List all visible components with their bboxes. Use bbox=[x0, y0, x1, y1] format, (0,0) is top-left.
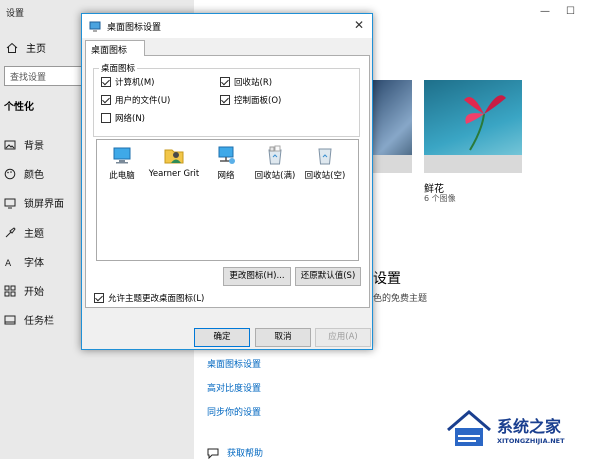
nav-taskbar-label: 任务栏 bbox=[24, 316, 54, 327]
nav-start-label: 开始 bbox=[24, 287, 44, 298]
palette-icon bbox=[4, 168, 16, 179]
house-logo-icon bbox=[447, 409, 491, 446]
nav-background-label: 背景 bbox=[24, 141, 44, 152]
recycle-bin-full-icon bbox=[268, 145, 282, 165]
checkbox-recycle-bin[interactable]: 回收站(R) bbox=[220, 76, 272, 88]
dialog-title: 桌面图标设置 bbox=[107, 22, 162, 33]
checkbox-computer[interactable]: 计算机(M) bbox=[101, 76, 154, 88]
watermark-name: 系统之家 bbox=[497, 416, 562, 436]
group-label: 桌面图标 bbox=[99, 62, 138, 74]
user-folder-icon bbox=[164, 149, 184, 164]
nav-colors-label: 颜色 bbox=[24, 170, 44, 181]
change-icon-button[interactable]: 更改图标(H)... bbox=[223, 267, 291, 286]
taskbar-icon bbox=[4, 315, 16, 324]
icon-label: 回收站(空) bbox=[304, 171, 346, 181]
icon-label: 回收站(满) bbox=[254, 171, 296, 181]
watermark-text: 系统之家 XITONGZHIJIA.NET bbox=[497, 413, 565, 445]
icon-list[interactable]: 此电脑 Yearner Grit 网络 回收站(满) 回收站(空) bbox=[96, 139, 359, 261]
nav-start[interactable]: 开始 bbox=[4, 283, 44, 298]
checkbox-label: 回收站(R) bbox=[234, 78, 273, 88]
checkbox-control-panel[interactable]: 控制面板(O) bbox=[220, 94, 281, 106]
nav-home[interactable]: 主页 bbox=[6, 40, 46, 55]
nav-lockscreen-label: 锁屏界面 bbox=[24, 199, 64, 210]
section-heading: 设置 bbox=[373, 271, 401, 287]
minimize-icon[interactable]: — bbox=[540, 6, 550, 17]
checkbox-label: 用户的文件(U) bbox=[115, 96, 171, 106]
watermark: 系统之家 XITONGZHIJIA.NET bbox=[446, 398, 600, 459]
checkbox-label: 计算机(M) bbox=[115, 78, 155, 88]
link-sync-settings[interactable]: 同步你的设置 bbox=[207, 405, 261, 418]
help-icon bbox=[207, 448, 219, 459]
checkbox-box[interactable] bbox=[101, 77, 111, 87]
checkbox-box[interactable] bbox=[220, 95, 230, 105]
nav-fonts-label: 字体 bbox=[24, 258, 44, 269]
start-icon bbox=[4, 285, 16, 296]
checkbox-box[interactable] bbox=[220, 77, 230, 87]
recycle-bin-empty-icon bbox=[318, 148, 332, 165]
theme-strip-flowers bbox=[424, 155, 522, 173]
nav-colors[interactable]: 颜色 bbox=[4, 166, 44, 181]
checkbox-allow-themes[interactable]: 允许主题更改桌面图标(L) bbox=[94, 292, 204, 304]
list-item[interactable]: 此电脑 bbox=[97, 144, 147, 181]
link-high-contrast[interactable]: 高对比度设置 bbox=[207, 381, 261, 394]
checkbox-label: 允许主题更改桌面图标(L) bbox=[108, 294, 205, 304]
close-icon[interactable]: ✕ bbox=[354, 18, 364, 32]
list-item[interactable]: 回收站(空) bbox=[297, 144, 353, 181]
monitor-icon bbox=[4, 198, 16, 208]
nav-themes[interactable]: 主题 bbox=[4, 225, 44, 240]
this-pc-icon bbox=[113, 147, 131, 164]
brush-icon bbox=[5, 226, 16, 237]
checkbox-label: 控制面板(O) bbox=[234, 96, 282, 106]
icon-label: 此电脑 bbox=[109, 171, 135, 181]
nav-home-label: 主页 bbox=[26, 44, 46, 55]
network-icon bbox=[218, 146, 235, 164]
desktop-settings-icon bbox=[89, 21, 101, 32]
icon-label: 网络 bbox=[217, 171, 235, 181]
nav-taskbar[interactable]: 任务栏 bbox=[4, 312, 54, 327]
cancel-button[interactable]: 取消 bbox=[255, 328, 311, 347]
checkbox-box[interactable] bbox=[101, 113, 111, 123]
nav-themes-label: 主题 bbox=[24, 229, 44, 240]
nav-fonts[interactable]: A 字体 bbox=[4, 254, 44, 269]
help-link-label: 获取帮助 bbox=[227, 449, 264, 459]
home-icon bbox=[6, 42, 18, 53]
theme-count: 6 个图像 bbox=[424, 194, 456, 203]
dialog-titlebar[interactable]: 桌面图标设置 ✕ bbox=[82, 14, 372, 38]
settings-title: 设置 bbox=[6, 9, 25, 19]
nav-lockscreen[interactable]: 锁屏界面 bbox=[4, 195, 64, 210]
checkbox-label: 网络(N) bbox=[115, 114, 145, 124]
theme-strip bbox=[372, 155, 412, 173]
flower-icon bbox=[464, 95, 506, 151]
font-icon: A bbox=[5, 259, 12, 268]
checkbox-network[interactable]: 网络(N) bbox=[101, 112, 145, 124]
checkbox-box[interactable] bbox=[94, 293, 104, 303]
watermark-url: XITONGZHIJIA.NET bbox=[497, 436, 565, 445]
link-desktop-icon-settings[interactable]: 桌面图标设置 bbox=[207, 357, 261, 370]
tab-desktop-icons[interactable]: 桌面图标 bbox=[85, 40, 145, 56]
restore-default-button[interactable]: 还原默认值(S) bbox=[295, 267, 361, 286]
maximize-icon[interactable]: ☐ bbox=[566, 6, 575, 17]
svg-text:A: A bbox=[5, 259, 12, 268]
checkbox-user-files[interactable]: 用户的文件(U) bbox=[101, 94, 170, 106]
help-link[interactable]: 获取帮助 bbox=[207, 446, 263, 459]
section-title: 个性化 bbox=[4, 102, 34, 113]
list-item[interactable]: 回收站(满) bbox=[247, 144, 303, 181]
nav-background[interactable]: 背景 bbox=[4, 137, 44, 152]
desktop-icon-settings-dialog: 桌面图标设置 ✕ 桌面图标 桌面图标 计算机(M) 回收站(R) 用户的文件(U… bbox=[81, 13, 373, 350]
apply-button[interactable]: 应用(A) bbox=[315, 328, 371, 347]
picture-icon bbox=[4, 140, 16, 149]
list-item[interactable]: Yearner Grit bbox=[143, 144, 205, 179]
section-subtitle: 色的免费主题 bbox=[373, 294, 428, 304]
ok-button[interactable]: 确定 bbox=[194, 328, 250, 347]
list-item[interactable]: 网络 bbox=[201, 144, 251, 181]
icon-label: Yearner Grit bbox=[148, 169, 200, 179]
checkbox-box[interactable] bbox=[101, 95, 111, 105]
